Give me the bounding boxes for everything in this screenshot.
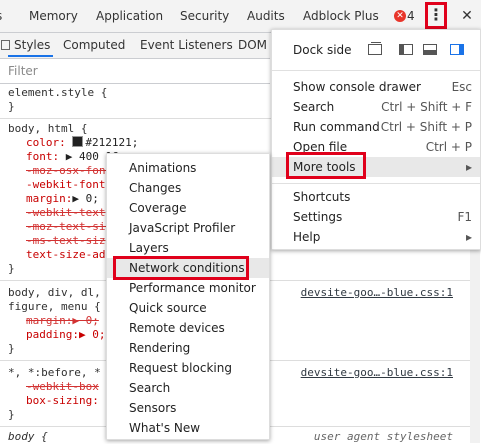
submenu-item-remote-devices[interactable]: Remote devices xyxy=(107,318,269,338)
error-icon[interactable]: ✕ xyxy=(394,10,406,22)
network-conditions-highlight xyxy=(113,256,249,280)
submenu-arrow-icon: ▸ xyxy=(465,160,472,174)
submenu-item-sensors[interactable]: Sensors xyxy=(107,398,269,418)
close-brace: } xyxy=(8,342,15,355)
kebab-menu-icon: ⋮ xyxy=(428,5,444,24)
menu-item-run-command[interactable]: Run command Ctrl + Shift + P xyxy=(272,117,480,137)
color-swatch[interactable] xyxy=(72,136,84,147)
dock-bottom-icon[interactable] xyxy=(423,44,437,55)
prop-webkit-box[interactable]: -webkit-box xyxy=(26,380,99,394)
prop-moz-text[interactable]: -moz-text-siz xyxy=(26,220,112,234)
close-brace: } xyxy=(8,100,15,113)
source-link[interactable]: devsite-goo…-blue.css:1 xyxy=(301,286,453,299)
source-link[interactable]: devsite-goo…-blue.css:1 xyxy=(301,366,453,379)
active-tab-indicator xyxy=(8,55,53,57)
more-tools-submenu: Animations Changes Coverage JavaScript P… xyxy=(106,153,270,440)
submenu-item-animations[interactable]: Animations xyxy=(107,158,269,178)
rule-selector[interactable]: body, div, dl, xyxy=(8,286,101,300)
value-color[interactable]: #212121; xyxy=(85,136,138,149)
customize-menu: Dock side Show console drawer Esc Search C… xyxy=(271,29,481,250)
tab-memory[interactable]: Memory xyxy=(29,0,78,32)
submenu-item-rendering[interactable]: Rendering xyxy=(107,338,269,358)
element-style-selector[interactable]: element.style { xyxy=(8,86,107,100)
menu-item-shortcuts[interactable]: Shortcuts xyxy=(272,187,480,207)
tab-computed[interactable]: Computed xyxy=(63,33,125,58)
sidebar-toggle-icon[interactable] xyxy=(1,40,10,50)
submenu-item-performance-monitor[interactable]: Performance monitor xyxy=(107,278,269,298)
submenu-item-request-blocking[interactable]: Request blocking xyxy=(107,358,269,378)
prop-box-sizing[interactable]: box-sizing: xyxy=(26,394,99,408)
submenu-item-layers[interactable]: Layers xyxy=(107,238,269,258)
tab-application[interactable]: Application xyxy=(96,0,163,32)
menu-item-settings[interactable]: Settings F1 xyxy=(272,207,480,227)
styles-tab-bar: Styles Computed Event Listeners DOM xyxy=(0,33,270,59)
tab-adblock-plus[interactable]: Adblock Plus xyxy=(303,0,379,32)
menu-item-help[interactable]: Help ▸ xyxy=(272,227,480,247)
dock-side-label: Dock side xyxy=(293,43,352,57)
more-tools-highlight xyxy=(286,152,366,179)
user-agent-label: user agent stylesheet xyxy=(313,430,453,443)
prop-color[interactable]: color: xyxy=(26,136,66,149)
tab-security[interactable]: Security xyxy=(180,0,229,32)
rule-selector[interactable]: body { xyxy=(8,430,48,444)
value-margin[interactable]: ▶ 0; xyxy=(72,192,99,205)
prop-moz-osx-font[interactable]: -moz-osx-font xyxy=(26,164,112,178)
prop-font[interactable]: font: xyxy=(26,150,59,163)
prop-ms-text[interactable]: -ms-text-siz xyxy=(26,234,105,248)
submenu-arrow-icon: ▸ xyxy=(465,230,472,244)
prop-webkit-font[interactable]: -webkit-font xyxy=(26,178,105,192)
rule-selector-cont[interactable]: figure, menu { xyxy=(8,300,101,314)
rule-selector[interactable]: body, html { xyxy=(8,122,87,136)
submenu-item-search[interactable]: Search xyxy=(107,378,269,398)
submenu-item-quick-source[interactable]: Quick source xyxy=(107,298,269,318)
submenu-item-javascript-profiler[interactable]: JavaScript Profiler xyxy=(107,218,269,238)
submenu-item-changes[interactable]: Changes xyxy=(107,178,269,198)
prop-text-size-adjust[interactable]: text-size-ad xyxy=(26,248,105,262)
close-devtools-icon[interactable]: ✕ xyxy=(458,0,476,32)
filter-input[interactable] xyxy=(8,63,248,79)
undock-icon[interactable] xyxy=(368,42,382,55)
rule-selector[interactable]: *, *:before, * xyxy=(8,366,101,380)
menu-item-search[interactable]: Search Ctrl + Shift + F xyxy=(272,97,480,117)
tab-audits[interactable]: Audits xyxy=(247,0,285,32)
customize-menu-button[interactable]: ⋮ xyxy=(425,2,447,29)
filter-bar xyxy=(0,59,270,84)
tab-dom[interactable]: DOM xyxy=(238,33,267,58)
styles-scrollbar[interactable] xyxy=(470,250,480,443)
prop-webkit-text[interactable]: -webkit-text xyxy=(26,206,105,220)
dock-right-icon[interactable] xyxy=(450,44,464,55)
tab-prev-partial[interactable]: s xyxy=(0,0,2,32)
close-brace: } xyxy=(8,408,15,421)
submenu-item-whats-new[interactable]: What's New xyxy=(107,418,269,438)
submenu-item-coverage[interactable]: Coverage xyxy=(107,198,269,218)
menu-separator xyxy=(272,183,480,184)
dock-left-icon[interactable] xyxy=(399,44,413,55)
prop-padding[interactable]: padding:▶ 0; xyxy=(26,328,105,342)
prop-margin[interactable]: margin: xyxy=(26,192,72,205)
prop-margin[interactable]: margin:▶ 0; xyxy=(26,314,99,328)
tab-event-listeners[interactable]: Event Listeners xyxy=(140,33,233,58)
menu-separator xyxy=(272,70,480,71)
close-brace: } xyxy=(8,262,15,275)
menu-item-show-console-drawer[interactable]: Show console drawer Esc xyxy=(272,77,480,97)
